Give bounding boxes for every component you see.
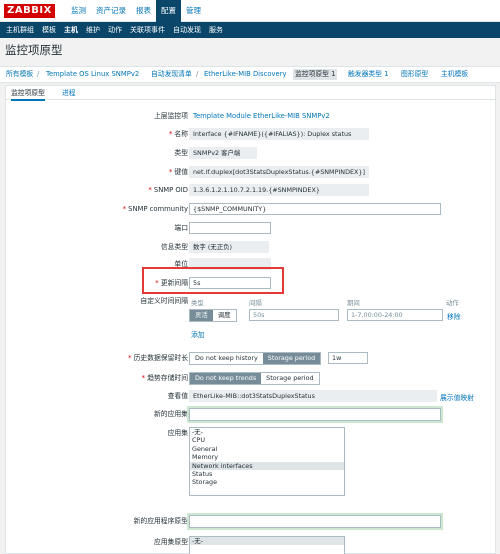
nav-configuration[interactable]: 配置 [156, 0, 181, 22]
remove-link[interactable]: 移除 [447, 311, 461, 321]
page-title: 监控项原型 [5, 43, 63, 57]
parent-label: 上层监控项 [154, 112, 188, 120]
custom-type-toggle: 灵活 调度 [189, 309, 237, 322]
subnav-hosts[interactable]: 主机 [60, 22, 82, 38]
breadcrumb-host-prototypes[interactable]: 主机模板 [441, 67, 468, 82]
nav-administration[interactable]: 管理 [181, 0, 206, 22]
top-nav: 监测 资产记录 报表 配置 管理 [66, 0, 206, 22]
custom-intervals-label: 自定义时间间隔 [140, 297, 188, 305]
list-item[interactable]: -无- [190, 537, 344, 546]
list-item[interactable]: Status [190, 470, 344, 478]
breadcrumb-trigger-prototypes[interactable]: 触发器类型 1 [348, 67, 388, 82]
history-period-field[interactable]: 1w [328, 352, 368, 364]
history-mode-toggle: Do not keep history Storage period [189, 352, 322, 365]
list-item[interactable]: Network interfaces [190, 461, 344, 471]
history-storage-option[interactable]: Storage period [262, 353, 321, 364]
breadcrumb-all-templates[interactable]: 所有模板 [6, 67, 33, 82]
name-label: * 名称 [168, 130, 188, 138]
scheduling-option[interactable]: 调度 [212, 310, 236, 321]
app-prototypes-list[interactable]: -无- [189, 536, 345, 554]
list-item[interactable]: General [190, 445, 344, 453]
custom-col-period: 期间 [347, 299, 360, 307]
valuemap-label: 查看值 [167, 392, 188, 400]
breadcrumb-discovery-list[interactable]: 自动发现清单 [151, 67, 192, 82]
info-type-field[interactable]: 数字 (无正负) [189, 241, 269, 253]
applications-list[interactable]: -无- CPU General Memory Network interface… [189, 427, 345, 496]
breadcrumb-graph-prototypes[interactable]: 图形原型 [401, 67, 428, 82]
tab-item-prototype[interactable]: 监控项原型 [11, 88, 45, 101]
interval-label: * 更新间隔 [155, 279, 188, 287]
history-label: * 历史数据保留时长 [128, 354, 188, 362]
sub-nav-bar: 主机群组 模板 主机 维护 动作 关联项事件 自动发现 服务 [0, 22, 500, 38]
breadcrumb-template[interactable]: Template OS Linux SNMPv2 [46, 67, 139, 82]
key-field[interactable]: net.if.duplex[dot3StatsDuplexStatus.{#SN… [189, 166, 369, 178]
custom-col-action: 动作 [446, 299, 459, 307]
nav-reports[interactable]: 报表 [131, 0, 156, 22]
add-link[interactable]: 添加 [191, 329, 205, 339]
oid-label: * SNMP OID [148, 186, 188, 194]
nav-inventory[interactable]: 资产记录 [91, 0, 131, 22]
subnav-maintenance[interactable]: 维护 [82, 22, 104, 38]
new-application-field[interactable] [189, 408, 441, 421]
app-prototypes-label: 应用集原型 [154, 538, 188, 546]
subnav-host-groups[interactable]: 主机群组 [2, 22, 38, 38]
no-history-option[interactable]: Do not keep history [190, 353, 263, 364]
breadcrumb-item-prototypes[interactable]: 监控项原型 1 [293, 69, 338, 80]
custom-interval-field[interactable]: 50s [249, 309, 339, 321]
update-interval-field[interactable]: 5s [189, 277, 271, 289]
no-trends-option[interactable]: Do not keep trends [190, 373, 262, 384]
breadcrumb: 所有模板 / Template OS Linux SNMPv2 自动发现清单 /… [0, 66, 500, 83]
subnav-templates[interactable]: 模板 [38, 22, 60, 38]
trends-mode-toggle: Do not keep trends Storage period [189, 372, 320, 385]
community-label: * SNMP community [122, 205, 188, 213]
flexible-option[interactable]: 灵活 [190, 310, 213, 321]
parent-link[interactable]: Template Module EtherLike-MIB SNMPv2 [193, 112, 330, 120]
show-valuemap-link[interactable]: 展示值映射 [440, 392, 474, 402]
snmp-oid-field[interactable]: 1.3.6.1.2.1.10.7.2.1.19.{#SNMPINDEX} [189, 184, 369, 196]
tab-process[interactable]: 进程 [62, 88, 76, 98]
new-app-prototype-field[interactable] [189, 515, 441, 528]
list-item[interactable]: Storage [190, 478, 344, 486]
type-field[interactable]: SNMPv2 客户端 [189, 147, 257, 159]
item-prototype-form: 监控项原型 进程 上层监控项 Template Module EtherLike… [5, 85, 496, 554]
type-label: 类型 [174, 149, 188, 157]
custom-period-field[interactable]: 1-7,00:00-24:00 [347, 309, 443, 321]
name-field[interactable]: Interface {#IFNAME}({#IFALIAS}): Duplex … [189, 128, 369, 140]
form-tabs: 监控项原型 进程 [6, 86, 495, 101]
list-item[interactable]: -无- [190, 428, 344, 436]
breadcrumb-discovery[interactable]: EtherLike-MIB Discovery [204, 67, 287, 82]
key-label: * 键值 [168, 168, 188, 176]
custom-col-interval: 间隔 [249, 299, 262, 307]
applications-label: 应用集 [167, 429, 188, 437]
subnav-discovery[interactable]: 自动发现 [169, 22, 205, 38]
top-bar: ZABBIX 监测 资产记录 报表 配置 管理 [0, 0, 500, 22]
breadcrumb-separator: / [196, 70, 199, 78]
list-item[interactable]: Memory [190, 453, 344, 461]
trends-label: * 趋势存储时间 [141, 374, 188, 382]
subnav-correlation[interactable]: 关联项事件 [126, 22, 169, 38]
custom-col-type: 类型 [191, 299, 204, 307]
new-app-label: 新的应用集 [154, 410, 188, 418]
breadcrumb-separator: / [37, 70, 40, 78]
subnav-actions[interactable]: 动作 [104, 22, 126, 38]
trends-storage-option[interactable]: Storage period [261, 373, 319, 384]
info-type-label: 信息类型 [160, 243, 188, 251]
subnav-services[interactable]: 服务 [205, 22, 227, 38]
valuemap-field[interactable]: EtherLike-MIB::dot3StatsDuplexStatus [189, 390, 437, 402]
port-label: 端口 [174, 224, 188, 232]
port-field[interactable] [189, 222, 271, 234]
nav-monitoring[interactable]: 监测 [66, 0, 91, 22]
new-app-prototype-label: 新的应用程序原型 [133, 517, 188, 525]
snmp-community-field[interactable]: {$SNMP_COMMUNITY} [189, 203, 441, 215]
list-item[interactable]: CPU [190, 436, 344, 444]
zabbix-logo[interactable]: ZABBIX [4, 4, 55, 18]
